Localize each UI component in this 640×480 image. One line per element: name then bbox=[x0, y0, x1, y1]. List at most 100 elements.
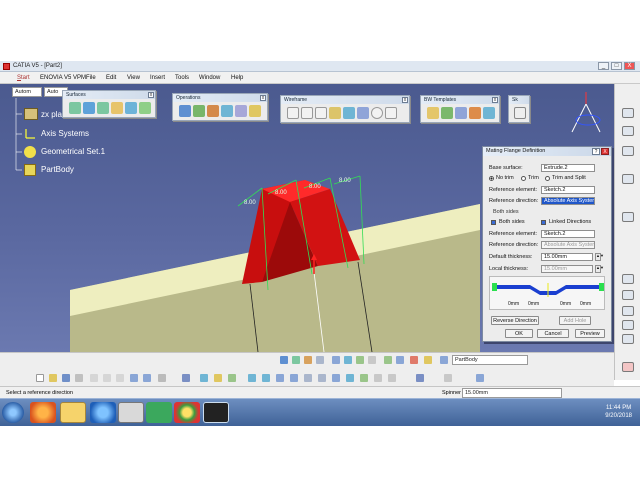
cancel-button[interactable]: Cancel bbox=[537, 329, 569, 338]
menu-window[interactable]: Window bbox=[199, 72, 220, 84]
default-thickness-field[interactable]: 15.00mm bbox=[541, 253, 593, 261]
undo-icon[interactable] bbox=[130, 374, 138, 382]
diabolo-icon[interactable] bbox=[441, 107, 453, 119]
reverse-direction-button[interactable]: Reverse Direction bbox=[491, 316, 539, 325]
junction-icon[interactable] bbox=[427, 107, 439, 119]
fit-all-icon[interactable] bbox=[280, 356, 288, 364]
sketch-icon[interactable] bbox=[514, 107, 526, 119]
trim-icon[interactable] bbox=[207, 105, 219, 117]
spinner-field[interactable]: 15.00mm bbox=[462, 388, 562, 398]
zoom-icon[interactable] bbox=[316, 356, 324, 364]
trim-and-split-radio[interactable] bbox=[545, 176, 550, 181]
swap-icon[interactable] bbox=[384, 356, 392, 364]
update-icon[interactable] bbox=[182, 374, 190, 382]
no-trim-radio[interactable] bbox=[489, 176, 494, 181]
hole-icon[interactable] bbox=[455, 107, 467, 119]
ok-button[interactable]: OK bbox=[505, 329, 533, 338]
shape-icon[interactable] bbox=[622, 212, 634, 222]
menu-view[interactable]: View bbox=[127, 72, 140, 84]
hide-icon[interactable] bbox=[374, 374, 382, 382]
plane-tool-icon[interactable] bbox=[329, 107, 341, 119]
pan-view-icon[interactable] bbox=[276, 374, 284, 382]
boundary-icon[interactable] bbox=[221, 105, 233, 117]
measure-icon[interactable] bbox=[622, 108, 634, 118]
dialog-close-button[interactable]: X bbox=[601, 148, 609, 155]
dimension-label[interactable]: 8.00 bbox=[275, 190, 287, 196]
select-icon[interactable] bbox=[200, 374, 208, 382]
apply-material-icon[interactable] bbox=[444, 374, 452, 382]
partbody-icon[interactable] bbox=[24, 164, 36, 176]
catalog-icon[interactable] bbox=[476, 374, 484, 382]
sketch-tool-icon[interactable] bbox=[622, 306, 634, 316]
whats-this-icon[interactable] bbox=[158, 374, 166, 382]
axis-icon[interactable] bbox=[315, 107, 327, 119]
start-orb-icon[interactable] bbox=[2, 402, 24, 423]
measure-between-icon[interactable] bbox=[416, 374, 424, 382]
menu-file[interactable]: File bbox=[86, 72, 96, 84]
fly-icon[interactable] bbox=[248, 374, 256, 382]
system-clock[interactable]: 11:44 PM 9/20/2018 bbox=[605, 404, 632, 420]
pan-icon[interactable] bbox=[292, 356, 300, 364]
fill-icon[interactable] bbox=[139, 102, 151, 114]
local-thickness-field[interactable]: 15.00mm bbox=[541, 265, 593, 273]
plane-icon[interactable] bbox=[24, 108, 38, 120]
toolbar-close-icon[interactable]: x bbox=[402, 97, 408, 103]
menu-enovia[interactable]: ENOVIA V5 VPM bbox=[40, 72, 86, 84]
join-icon[interactable] bbox=[179, 105, 191, 117]
dimension-label[interactable]: 8.00 bbox=[309, 184, 321, 190]
preview-button[interactable]: Preview bbox=[575, 329, 605, 338]
menu-help[interactable]: Help bbox=[231, 72, 243, 84]
specification-icon[interactable] bbox=[214, 374, 222, 382]
dimension-label[interactable]: 8.00 bbox=[244, 200, 256, 206]
compass-tool-icon[interactable] bbox=[228, 374, 236, 382]
save-icon[interactable] bbox=[62, 374, 70, 382]
pad-tool-icon[interactable] bbox=[622, 334, 634, 344]
ref-direction-field[interactable]: Absolute Axis System bbox=[541, 197, 595, 205]
cut-icon[interactable] bbox=[90, 374, 98, 382]
redo-icon[interactable] bbox=[143, 374, 151, 382]
mating-flange-icon[interactable] bbox=[469, 107, 481, 119]
axis-systems-icon[interactable] bbox=[24, 128, 36, 140]
swap-space-icon[interactable] bbox=[388, 374, 396, 382]
fit-icon[interactable] bbox=[262, 374, 270, 382]
minimize-button[interactable]: _ bbox=[598, 62, 609, 70]
menu-start[interactable]: Start bbox=[17, 72, 30, 84]
iso-view-icon[interactable] bbox=[346, 374, 354, 382]
point-icon[interactable] bbox=[287, 107, 299, 119]
shading-mode-icon[interactable] bbox=[360, 374, 368, 382]
base-surface-field[interactable]: Extrude.2 bbox=[541, 164, 595, 172]
shading-icon[interactable] bbox=[356, 356, 364, 364]
dimension-label[interactable]: 8.00 bbox=[339, 178, 351, 184]
print-icon[interactable] bbox=[75, 374, 83, 382]
body-combo[interactable]: PartBody bbox=[452, 355, 528, 365]
extrude-icon[interactable] bbox=[69, 102, 81, 114]
wireframe-view-icon[interactable] bbox=[396, 356, 404, 364]
split-icon[interactable] bbox=[193, 105, 205, 117]
zoom-in-icon[interactable] bbox=[304, 374, 312, 382]
zoom-out-icon[interactable] bbox=[318, 374, 326, 382]
paste-icon[interactable] bbox=[116, 374, 124, 382]
new-icon[interactable] bbox=[36, 374, 44, 382]
copy-icon[interactable] bbox=[103, 374, 111, 382]
offset-icon[interactable] bbox=[111, 102, 123, 114]
surface-tool-icon[interactable] bbox=[622, 320, 634, 330]
normal-view-icon[interactable] bbox=[332, 356, 340, 364]
app-icon[interactable] bbox=[146, 402, 172, 423]
projection-icon[interactable] bbox=[343, 107, 355, 119]
rotate-view-icon[interactable] bbox=[290, 374, 298, 382]
ref-element-field[interactable]: Sketch.2 bbox=[541, 186, 595, 194]
knowledge-icon[interactable] bbox=[622, 126, 634, 136]
rotate-icon[interactable] bbox=[304, 356, 312, 364]
tree-item-geometrical-set[interactable]: Geometrical Set.1 bbox=[41, 147, 105, 156]
quick-view-icon[interactable] bbox=[344, 356, 352, 364]
sphere-icon[interactable] bbox=[97, 102, 109, 114]
body-icon[interactable] bbox=[440, 356, 448, 364]
trim-radio[interactable] bbox=[521, 176, 526, 181]
extract-icon[interactable] bbox=[235, 105, 247, 117]
formula-icon[interactable] bbox=[622, 146, 634, 156]
circle-icon[interactable] bbox=[371, 107, 383, 119]
menu-tools[interactable]: Tools bbox=[175, 72, 189, 84]
maximize-button[interactable]: □ bbox=[611, 62, 622, 70]
explorer-icon[interactable] bbox=[60, 402, 86, 423]
ie-icon[interactable] bbox=[90, 402, 116, 423]
